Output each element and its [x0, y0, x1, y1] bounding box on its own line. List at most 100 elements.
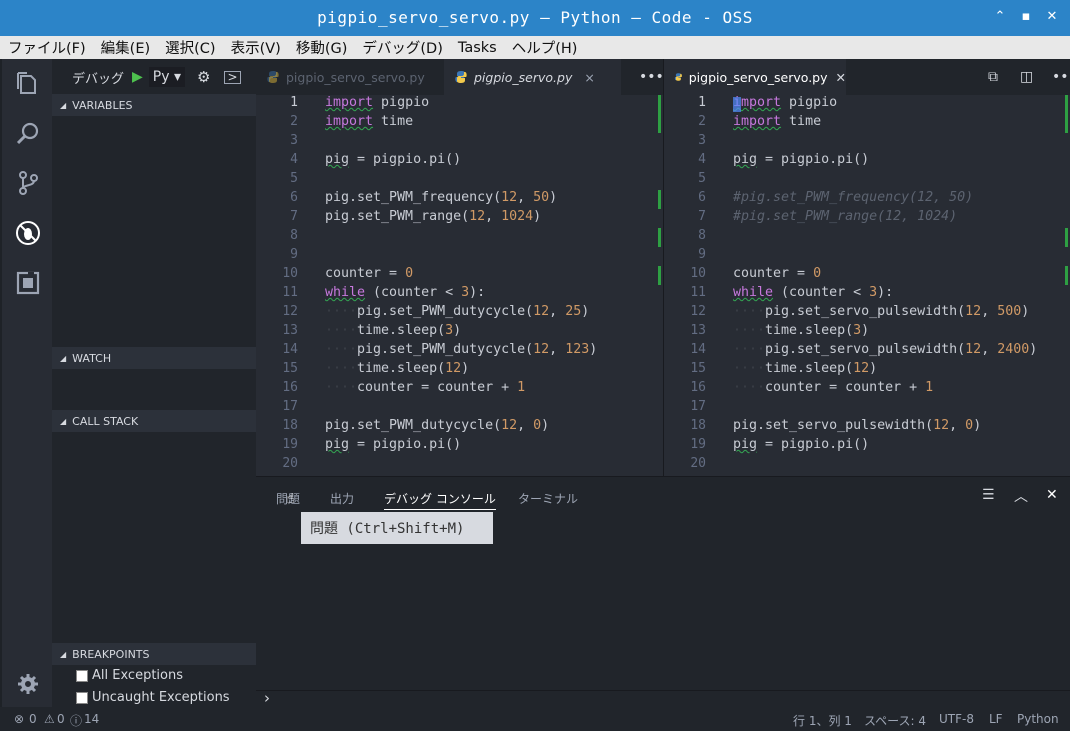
code-line[interactable]: 13 ····time.sleep(3) [664, 323, 1070, 342]
code-line[interactable]: 18 pig.set_PWM_dutycycle(12, 0) [256, 418, 663, 437]
code-line[interactable]: 9 [664, 247, 1070, 266]
tab-pigpio-servo-servo-active[interactable]: pigpio_servo_servo.py ✕ [664, 59, 846, 95]
close-tab-icon[interactable]: ✕ [836, 70, 846, 85]
call-stack-header[interactable]: ◢ CALL STACK [52, 410, 256, 432]
code-line[interactable]: 4 pig = pigpio.pi() [664, 152, 1070, 171]
menu-file[interactable]: ファイル(F) [8, 37, 86, 58]
more-actions-icon[interactable]: ••• [1042, 59, 1070, 95]
code-line[interactable]: 4 pig = pigpio.pi() [256, 152, 663, 171]
code-line[interactable]: 20 [256, 456, 663, 475]
close-window-button[interactable]: ✕ [1042, 9, 1062, 24]
breakpoint-uncaught-exceptions[interactable]: Uncaught Exceptions [76, 690, 230, 705]
code-line[interactable]: 8 [664, 228, 1070, 247]
code-line[interactable]: 15 ····time.sleep(12) [256, 361, 663, 380]
code-line[interactable]: 6 #pig.set_PWM_frequency(12, 50) [664, 190, 1070, 209]
end-of-line[interactable]: LF [989, 712, 1003, 726]
code-line[interactable]: 16 ····counter = counter + 1 [256, 380, 663, 399]
code-line[interactable]: 8 [256, 228, 663, 247]
extensions-icon[interactable] [15, 270, 41, 296]
left-code-area[interactable]: 1 import pigpio 2 import time 3 4 pig = pigpio… [256, 95, 663, 476]
code-line[interactable]: 9 [256, 247, 663, 266]
clear-console-icon[interactable]: ☰ [982, 487, 995, 503]
tab-pigpio-servo-servo[interactable]: pigpio_servo_servo.py [256, 59, 444, 95]
indentation[interactable]: スペース: 4 [864, 712, 926, 729]
info-icon[interactable]: ⓘ [70, 712, 82, 729]
gear-icon[interactable]: ⚙ [197, 68, 210, 86]
files-icon[interactable] [15, 71, 41, 97]
menu-go[interactable]: 移動(G) [296, 37, 348, 58]
menu-debug[interactable]: デバッグ(D) [362, 37, 442, 58]
open-changes-icon[interactable]: ⧉ [978, 59, 1002, 95]
code-line[interactable]: 14 ····pig.set_PWM_dutycycle(12, 123) [256, 342, 663, 361]
code-token: = pigpio.pi() [349, 437, 462, 452]
code-line[interactable]: 11 while (counter < 3): [256, 285, 663, 304]
code-line[interactable]: 13 ····time.sleep(3) [256, 323, 663, 342]
close-panel-icon[interactable]: ✕ [1046, 487, 1058, 503]
code-line[interactable]: 15 ····time.sleep(12) [664, 361, 1070, 380]
debug-console-input[interactable]: › [256, 689, 1070, 707]
debug-config-select[interactable]: Py ▾ [148, 67, 186, 87]
code-line[interactable]: 3 [664, 133, 1070, 152]
checkbox[interactable] [76, 669, 88, 682]
code-line[interactable]: 18 pig.set_servo_pulsewidth(12, 0) [664, 418, 1070, 437]
errors-icon[interactable]: ⊗ [14, 712, 24, 726]
settings-gear-icon[interactable] [15, 671, 41, 697]
code-line[interactable]: 7 pig.set_PWM_range(12, 1024) [256, 209, 663, 228]
breakpoint-all-exceptions[interactable]: All Exceptions [76, 668, 183, 683]
line-number: 12 [690, 304, 706, 319]
tab-debug-console[interactable]: デバッグ コンソール [384, 490, 496, 510]
start-debug-icon[interactable]: ▶ [132, 69, 143, 85]
language-mode[interactable]: Python [1017, 712, 1059, 726]
menu-view[interactable]: 表示(V) [231, 37, 281, 58]
checkbox[interactable] [76, 691, 88, 704]
code-line[interactable]: 14 ····pig.set_servo_pulsewidth(12, 2400) [664, 342, 1070, 361]
code-line[interactable]: 7 #pig.set_PWM_range(12, 1024) [664, 209, 1070, 228]
terminal-icon[interactable]: > [224, 70, 241, 84]
tab-output[interactable]: 出力 [330, 490, 354, 507]
code-line[interactable]: 2 import time [664, 114, 1070, 133]
code-line[interactable]: 5 [664, 171, 1070, 190]
code-line[interactable]: 3 [256, 133, 663, 152]
code-line[interactable]: 12 ····pig.set_PWM_dutycycle(12, 25) [256, 304, 663, 323]
error-count[interactable]: 0 [29, 712, 37, 726]
code-line[interactable]: 17 [664, 399, 1070, 418]
code-line[interactable]: 2 import time [256, 114, 663, 133]
code-line[interactable]: 1 import pigpio [664, 95, 1070, 114]
code-line[interactable]: 6 pig.set_PWM_frequency(12, 50) [256, 190, 663, 209]
code-line[interactable]: 12 ····pig.set_servo_pulsewidth(12, 500) [664, 304, 1070, 323]
more-actions-icon[interactable]: ••• [629, 59, 663, 95]
cursor-position[interactable]: 行 1、列 1 [793, 712, 852, 729]
code-line[interactable]: 16 ····counter = counter + 1 [664, 380, 1070, 399]
search-icon[interactable] [15, 121, 41, 147]
tab-pigpio-servo[interactable]: pigpio_servo.py × [444, 59, 621, 95]
menu-edit[interactable]: 編集(E) [101, 37, 150, 58]
maximize-panel-icon[interactable]: ︿ [1014, 486, 1028, 506]
menu-tasks[interactable]: Tasks [458, 40, 497, 56]
tab-terminal[interactable]: ターミナル [518, 490, 578, 507]
close-tab-icon[interactable]: × [584, 70, 594, 85]
code-line[interactable]: 11 while (counter < 3): [664, 285, 1070, 304]
code-line[interactable]: 17 [256, 399, 663, 418]
code-line[interactable]: 10 counter = 0 [256, 266, 663, 285]
menu-selection[interactable]: 選択(C) [165, 37, 215, 58]
warning-count[interactable]: 0 [57, 712, 65, 726]
warning-icon[interactable]: ⚠ [44, 712, 55, 726]
right-code-area[interactable]: 1 import pigpio 2 import time 3 4 pig = pigpio… [664, 95, 1070, 476]
code-line[interactable]: 19 pig = pigpio.pi() [664, 437, 1070, 456]
code-line[interactable]: 20 [664, 456, 1070, 475]
info-count[interactable]: 14 [84, 712, 99, 726]
debug-icon[interactable] [15, 220, 41, 246]
menu-help[interactable]: ヘルプ(H) [512, 37, 578, 58]
variables-header[interactable]: ◢ VARIABLES [52, 94, 256, 116]
code-line[interactable]: 19 pig = pigpio.pi() [256, 437, 663, 456]
watch-header[interactable]: ◢ WATCH [52, 347, 256, 369]
encoding[interactable]: UTF-8 [939, 712, 974, 726]
split-editor-icon[interactable]: ◫ [1010, 59, 1034, 95]
minimize-button[interactable]: ⌃ [990, 9, 1010, 24]
breakpoints-header[interactable]: ◢ BREAKPOINTS [52, 643, 256, 665]
maximize-button[interactable]: ▪ [1016, 9, 1036, 24]
code-line[interactable]: 5 [256, 171, 663, 190]
source-control-icon[interactable] [15, 170, 41, 196]
code-line[interactable]: 10 counter = 0 [664, 266, 1070, 285]
code-line[interactable]: 1 import pigpio [256, 95, 663, 114]
